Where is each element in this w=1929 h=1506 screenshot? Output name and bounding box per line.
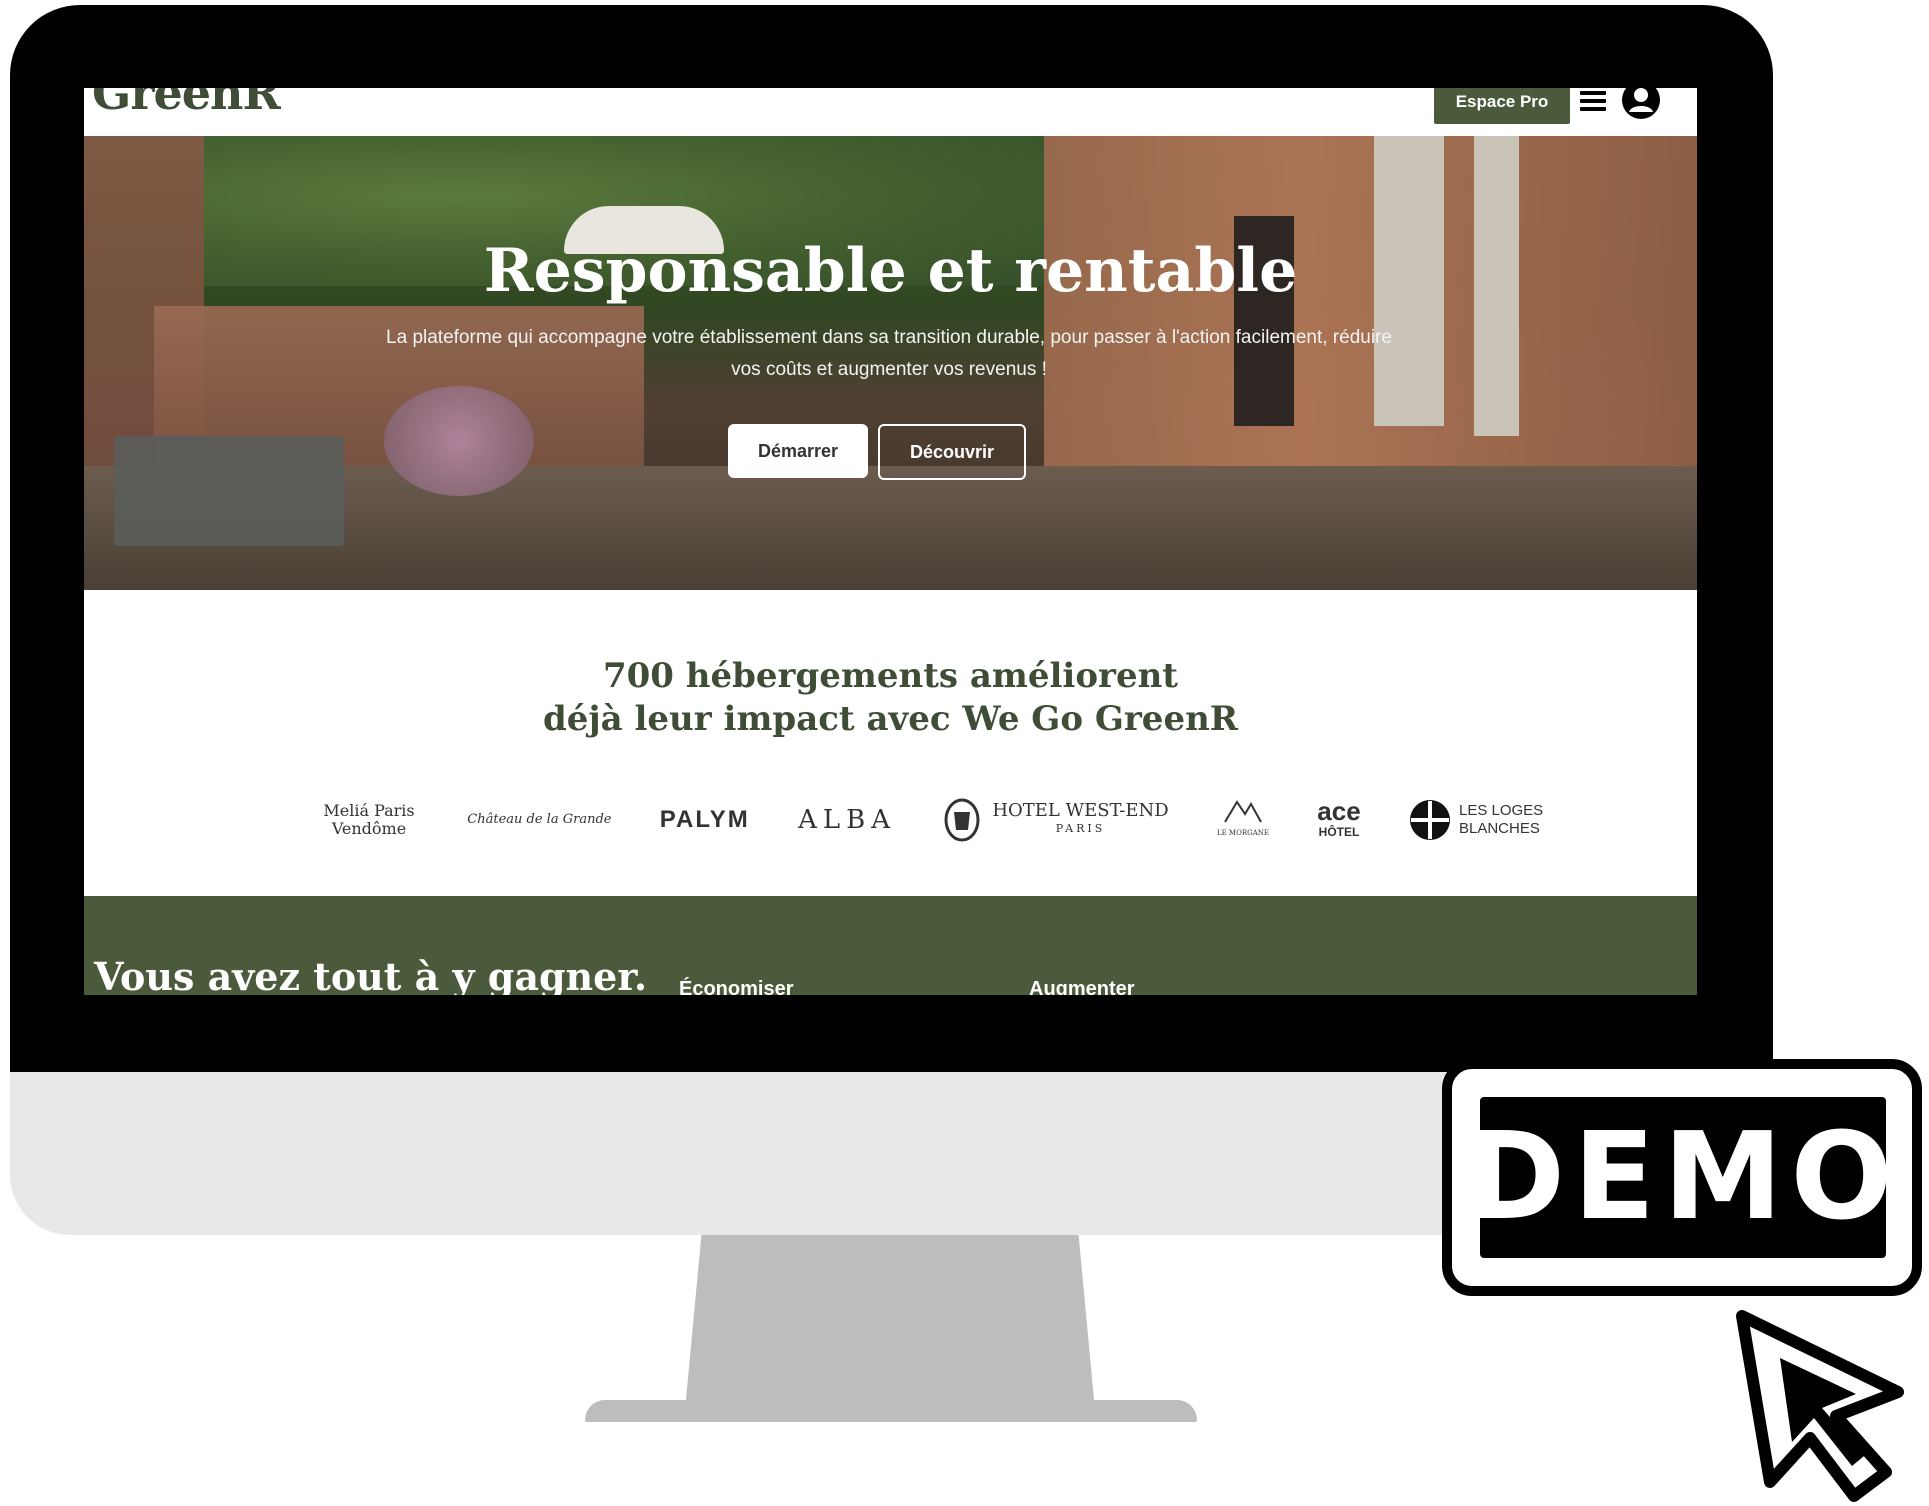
partners-title-line2: déjà leur impact avec We Go GreenR — [542, 699, 1239, 739]
partner-logo-westend: HOTEL WEST-END PARIS — [944, 798, 1169, 842]
monitor-stand — [685, 1235, 1095, 1410]
partner-logo-palym: PALYM — [659, 806, 750, 833]
hero-section: Responsable et rentable La plateforme qu… — [84, 136, 1697, 590]
partner-logo-chateau: Château de la Grande — [467, 812, 612, 827]
cross-circle-icon — [1409, 800, 1450, 840]
partner-logo-alba: ALBA — [798, 805, 897, 835]
demo-label: DEMO — [1465, 1108, 1901, 1247]
user-icon[interactable] — [1621, 88, 1661, 120]
partner-logo-westend-name: HOTEL WEST-END — [992, 800, 1169, 821]
espace-pro-button[interactable]: Espace Pro — [1434, 88, 1570, 124]
benefits-section: Vous avez tout à y gagner. Économiser Au… — [84, 896, 1697, 995]
hero-title: Responsable et rentable — [483, 236, 1298, 306]
cursor-icon — [1736, 1310, 1904, 1502]
benefit-increase-label: Augmenter — [1029, 978, 1135, 995]
hero-image-table — [114, 436, 344, 546]
partners-title: 700 hébergements améliorent déjà leur im… — [84, 655, 1697, 741]
partner-logo-westend-city: PARIS — [1055, 822, 1106, 835]
partner-logo-ace-name: ace — [1317, 796, 1361, 826]
benefits-title: Vous avez tout à y gagner. — [94, 954, 648, 995]
hero-image-flowers — [384, 386, 534, 496]
monitor-stand-foot — [585, 1400, 1197, 1422]
hero-subtitle: La plateforme qui accompagne votre établ… — [386, 327, 1392, 380]
navbar: GreenR Espace Pro — [84, 88, 1697, 136]
partner-logo-loges-name: LES LOGES BLANCHES — [1458, 802, 1544, 837]
partner-logo-morgane: LE MORGANE — [1217, 798, 1269, 842]
partner-logos: Meliá Paris Vendôme Château de la Grande… — [319, 790, 1549, 850]
partner-logo-melia: Meliá Paris Vendôme — [323, 801, 415, 838]
crest-icon — [944, 798, 980, 842]
partners-title-line1: 700 hébergements améliorent — [602, 656, 1178, 696]
start-button[interactable]: Démarrer — [728, 424, 868, 478]
partner-logo-loges: LES LOGES BLANCHES — [1409, 799, 1549, 841]
website-screen: GreenR Espace Pro Responsable et rentabl… — [84, 88, 1697, 995]
menu-icon[interactable] — [1580, 91, 1606, 111]
mountain-icon — [1224, 800, 1262, 823]
partner-logo-ace: ace HÔTEL — [1317, 796, 1361, 841]
benefit-save-label: Économiser — [679, 978, 794, 995]
demo-badge[interactable]: DEMO — [1442, 1059, 1922, 1296]
site-logo[interactable]: GreenR — [92, 88, 281, 120]
partner-logo-ace-hotel: HÔTEL — [1318, 825, 1360, 839]
partners-section: 700 hébergements améliorent déjà leur im… — [84, 590, 1697, 896]
partner-logo-morgane-name: LE MORGANE — [1216, 829, 1269, 837]
discover-button[interactable]: Découvrir — [878, 424, 1026, 480]
